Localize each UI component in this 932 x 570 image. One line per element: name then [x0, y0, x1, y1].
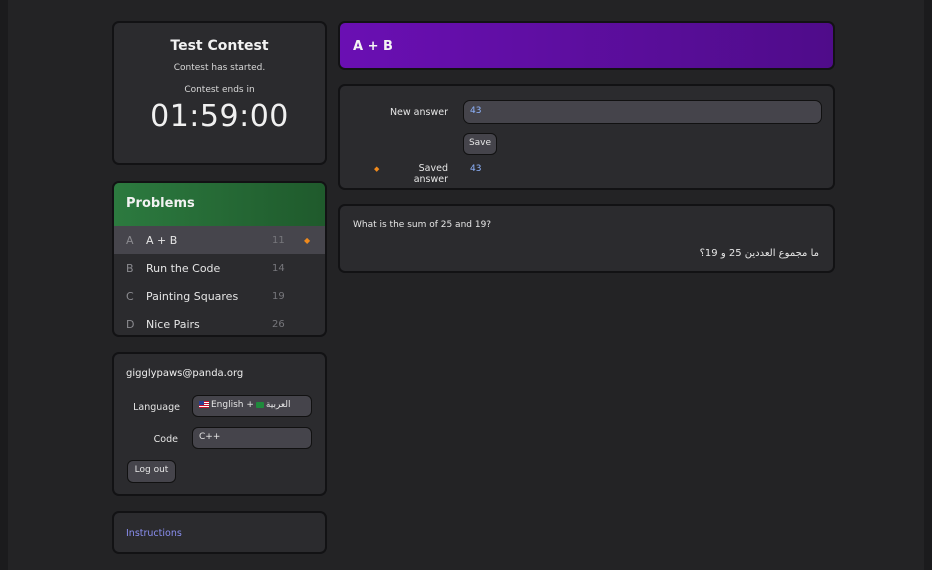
answer-form: New answer 43 Save ◆ Saved answer 43: [338, 84, 835, 190]
problem-name: Run the Code: [146, 261, 221, 275]
user-email: gigglypaws@panda.org: [126, 368, 244, 379]
saudi-flag-icon: [255, 401, 264, 408]
user-settings-card: gigglypaws@panda.org Language English + ا…: [112, 352, 327, 496]
problem-name: Nice Pairs: [146, 317, 200, 331]
statement-arabic: ما مجموع العددين 25 و 19؟: [699, 248, 819, 259]
problem-letter: C: [126, 289, 134, 303]
contest-timer: 01:59:00: [150, 99, 289, 134]
problem-name: Painting Squares: [146, 289, 239, 303]
problem-item-c[interactable]: C Painting Squares 19: [114, 282, 325, 310]
problem-title-bar: A + B: [338, 21, 835, 70]
problem-points: 11: [272, 234, 285, 246]
problem-points: 26: [272, 318, 285, 330]
problem-letter: D: [126, 317, 135, 331]
problem-item-a[interactable]: A A + B 11 ◆: [114, 226, 325, 254]
language-value-ar: العربية: [265, 400, 291, 410]
saved-marker-icon: ◆: [374, 165, 380, 173]
problem-points: 14: [272, 262, 285, 274]
language-label: Language: [133, 402, 180, 413]
language-value-en: English +: [211, 400, 254, 410]
problem-item-d[interactable]: D Nice Pairs 26: [114, 310, 325, 335]
new-answer-label: New answer: [389, 107, 448, 118]
save-button[interactable]: Save: [463, 133, 497, 155]
contest-title: Test Contest: [170, 38, 269, 54]
statement-english: What is the sum of 25 and 19?: [353, 220, 492, 230]
instructions-card: Instructions: [112, 511, 327, 554]
problem-letter: B: [126, 261, 134, 275]
instructions-link[interactable]: Instructions: [126, 528, 182, 539]
contest-card: Test Contest Contest has started. Contes…: [112, 21, 327, 165]
problems-panel: Problems A A + B 11 ◆ B Run the Code 14 …: [112, 181, 327, 337]
code-label: Code: [153, 434, 178, 445]
problem-letter: A: [126, 233, 134, 247]
contest-status: Contest has started.: [173, 63, 266, 73]
saved-answer-label: Saved answer: [413, 163, 448, 185]
logout-button[interactable]: Log out: [127, 460, 176, 483]
problem-item-b[interactable]: B Run the Code 14: [114, 254, 325, 282]
contest-ends-label: Contest ends in: [184, 85, 255, 95]
new-answer-input[interactable]: 43: [463, 100, 822, 124]
code-language-select[interactable]: C++: [192, 427, 312, 449]
problems-heading: Problems: [114, 183, 325, 226]
answered-marker-icon: ◆: [304, 235, 311, 245]
problem-title: A + B: [353, 39, 393, 54]
language-select[interactable]: English + العربية: [192, 395, 312, 417]
problem-statement: What is the sum of 25 and 19? ما مجموع ا…: [338, 204, 835, 273]
saved-answer-value: 43: [470, 164, 482, 174]
us-flag-icon: [199, 401, 209, 408]
problem-points: 19: [272, 290, 285, 302]
problem-name: A + B: [146, 233, 178, 247]
